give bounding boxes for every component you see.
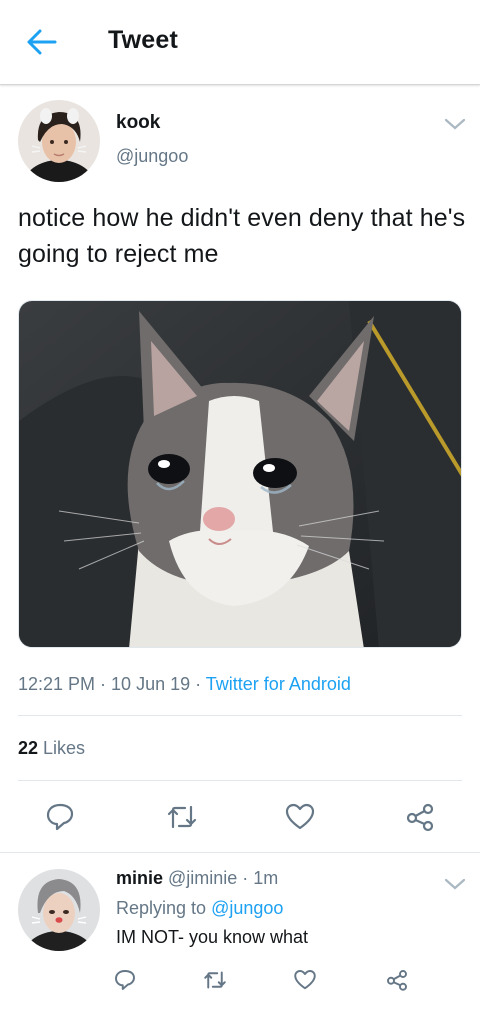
- reply-handle-time: @jiminie · 1m: [163, 868, 279, 888]
- replying-to: Replying to @jungoo: [116, 898, 283, 919]
- author-avatar[interactable]: [18, 100, 100, 182]
- reply-author-name: minie: [116, 868, 164, 888]
- tweet-time: 12:21 PM: [18, 674, 96, 694]
- reply-share-button[interactable]: [380, 963, 414, 997]
- tweet-text: notice how he didn't even deny that he's…: [18, 204, 466, 268]
- reply-retweet-button[interactable]: [198, 963, 232, 997]
- reply-reply-button[interactable]: [108, 963, 142, 997]
- section-divider: [0, 852, 480, 853]
- meta-separator: ·: [95, 674, 112, 694]
- reply-icon: [115, 970, 135, 990]
- chevron-down-icon: [444, 118, 466, 130]
- reply-author[interactable]: minie @jiminie · 1m: [116, 868, 278, 889]
- author-handle[interactable]: @jungoo: [116, 146, 188, 167]
- divider: [18, 715, 462, 716]
- likes-label: Likes: [38, 738, 86, 758]
- tweet-date: 10 Jun 19: [111, 674, 191, 694]
- retweet-icon: [204, 971, 226, 989]
- tweet-media-image[interactable]: [18, 300, 462, 648]
- reply-author-avatar[interactable]: [18, 869, 100, 951]
- replying-to-label: Replying to: [116, 898, 212, 918]
- replying-to-handle-link[interactable]: @jungoo: [211, 898, 283, 918]
- like-icon: [285, 803, 315, 830]
- chevron-down-icon: [444, 878, 466, 890]
- retweet-button[interactable]: [160, 795, 204, 839]
- back-button[interactable]: [20, 22, 64, 62]
- likes-count: 22: [18, 738, 39, 758]
- tweet-source-link[interactable]: Twitter for Android: [206, 674, 351, 694]
- author-name[interactable]: kook: [116, 112, 160, 134]
- share-button[interactable]: [398, 795, 442, 839]
- top-app-bar: [0, 0, 480, 85]
- page-title: Tweet: [108, 26, 178, 54]
- reply-text: IM NOT- you know what: [116, 927, 309, 947]
- crying-cat-photo: [19, 301, 461, 647]
- reply-menu-button[interactable]: [440, 872, 470, 896]
- tweet-menu-button[interactable]: [440, 112, 470, 136]
- likes-stat[interactable]: 22 Likes: [18, 738, 85, 759]
- divider: [18, 780, 462, 781]
- reply-like-button[interactable]: [288, 963, 322, 997]
- share-icon: [387, 970, 407, 991]
- reply-icon: [46, 803, 74, 831]
- like-icon: [294, 970, 316, 990]
- arrow-left-icon: [27, 29, 57, 55]
- meta-separator: ·: [190, 674, 206, 694]
- retweet-icon: [167, 805, 197, 829]
- tweet-meta: 12:21 PM · 10 Jun 19 · Twitter for Andro…: [18, 674, 351, 695]
- like-button[interactable]: [278, 795, 322, 839]
- share-icon: [406, 803, 434, 832]
- reply-button[interactable]: [38, 795, 82, 839]
